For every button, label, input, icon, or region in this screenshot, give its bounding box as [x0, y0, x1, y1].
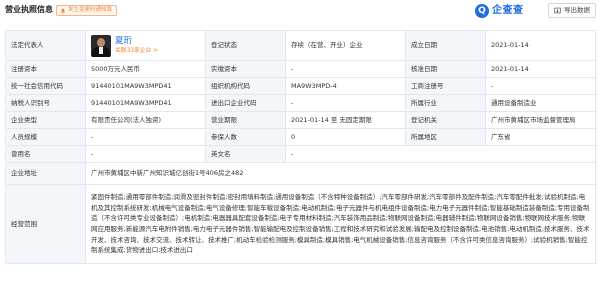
logo-badge-icon: Q: [475, 4, 489, 18]
table-row: 纳税人识别号 91440101MA9W3MPD41 进出口企业代码 - 所属行业…: [5, 94, 596, 112]
bell-icon: [60, 8, 66, 14]
org-code-value: MA9W3MPD-4: [285, 77, 406, 95]
former-name-value: -: [85, 145, 206, 163]
company-type-value: 有限责任公司(法人独资): [85, 111, 206, 129]
company-type-label: 企业类型: [5, 111, 86, 129]
registered-capital-value: 5000万元人民币: [85, 60, 206, 78]
registration-authority-label: 登记机关: [405, 111, 486, 129]
legal-rep-label: 法定代表人: [5, 30, 86, 61]
registration-authority-value: 广州市黄埔区市场监督管理局: [485, 111, 596, 129]
address-label: 企业地址: [5, 162, 86, 185]
taxpayer-id-label: 纳税人识别号: [5, 94, 86, 112]
export-data-button[interactable]: 导出数据: [548, 3, 596, 18]
table-row: 法定代表人 夏珩 关联33家企业 > 登记状态 存续（在营、开业）企业 成立日期…: [5, 30, 596, 61]
export-icon: [554, 7, 561, 14]
avatar[interactable]: [91, 35, 111, 57]
paid-capital-value: -: [285, 60, 406, 78]
business-scope-value: 紧固件制造;通用零部件制造;润滑及密封件制造;密封用填料制造;通用设备制造（不含…: [85, 184, 596, 264]
approval-date-label: 核准日期: [405, 60, 486, 78]
table-row: 企业地址 广州市黄埔区中新广州知识城亿创街1号406房之482: [5, 162, 596, 185]
approval-date-value: 2021-01-14: [485, 60, 596, 78]
related-companies-link[interactable]: 关联33家企业 >: [115, 48, 158, 56]
business-term-value: 2021-01-14 至 无固定期限: [285, 111, 406, 129]
registered-capital-label: 注册资本: [5, 60, 86, 78]
credit-code-label: 统一社会信用代码: [5, 77, 86, 95]
reg-number-value: -: [485, 77, 596, 95]
staff-size-value: -: [85, 128, 206, 146]
import-export-code-value: -: [285, 94, 406, 112]
section-header: 营业执照信息 发生变更时通知我 Q 企查查 导出数据: [0, 0, 600, 22]
table-row: 经营范围 紧固件制造;通用零部件制造;润滑及密封件制造;密封用填料制造;通用设备…: [5, 184, 596, 264]
section-title: 营业执照信息: [5, 5, 53, 14]
industry-label: 所属行业: [405, 94, 486, 112]
change-notify-label: 发生变更时通知我: [68, 6, 113, 13]
founded-date-label: 成立日期: [405, 30, 486, 61]
former-name-label: 曾用名: [5, 145, 86, 163]
table-row: 注册资本 5000万元人民币 实缴资本 - 核准日期 2021-01-14: [5, 60, 596, 78]
region-value: 广东省: [485, 128, 596, 146]
staff-size-label: 人员规模: [5, 128, 86, 146]
english-name-label: 英文名: [205, 145, 286, 163]
reg-number-label: 工商注册号: [405, 77, 486, 95]
industry-value: 通用设备制造业: [485, 94, 596, 112]
legal-rep-name-link[interactable]: 夏珩: [115, 36, 132, 47]
insured-count-value: 0: [285, 128, 406, 146]
taxpayer-id-value: 91440101MA9W3MPD41: [85, 94, 206, 112]
org-code-label: 组织机构代码: [205, 77, 286, 95]
business-license-table: 法定代表人 夏珩 关联33家企业 > 登记状态 存续（在营、开业）企业 成立日期…: [5, 30, 596, 264]
logo-text: 企查查: [492, 5, 524, 17]
business-scope-label: 经营范围: [5, 184, 86, 264]
table-row: 人员规模 - 参保人数 0 所属地区 广东省: [5, 128, 596, 146]
address-value: 广州市黄埔区中新广州知识城亿创街1号406房之482: [85, 162, 596, 185]
business-term-label: 营业期限: [205, 111, 286, 129]
insured-count-label: 参保人数: [205, 128, 286, 146]
status-value: 存续（在营、开业）企业: [285, 30, 406, 61]
founded-date-value: 2021-01-14: [485, 30, 596, 61]
english-name-value: -: [285, 145, 596, 163]
legal-rep-cell: 夏珩 关联33家企业 >: [85, 30, 206, 61]
change-notify-button[interactable]: 发生变更时通知我: [56, 5, 118, 16]
region-label: 所属地区: [405, 128, 486, 146]
credit-code-value: 91440101MA9W3MPD41: [85, 77, 206, 95]
status-label: 登记状态: [205, 30, 286, 61]
table-row: 曾用名 - 英文名 -: [5, 145, 596, 163]
import-export-code-label: 进出口企业代码: [205, 94, 286, 112]
qichacha-logo: Q 企查查: [475, 4, 524, 18]
export-data-label: 导出数据: [564, 6, 590, 15]
paid-capital-label: 实缴资本: [205, 60, 286, 78]
table-row: 统一社会信用代码 91440101MA9W3MPD41 组织机构代码 MA9W3…: [5, 77, 596, 95]
table-row: 企业类型 有限责任公司(法人独资) 营业期限 2021-01-14 至 无固定期…: [5, 111, 596, 129]
